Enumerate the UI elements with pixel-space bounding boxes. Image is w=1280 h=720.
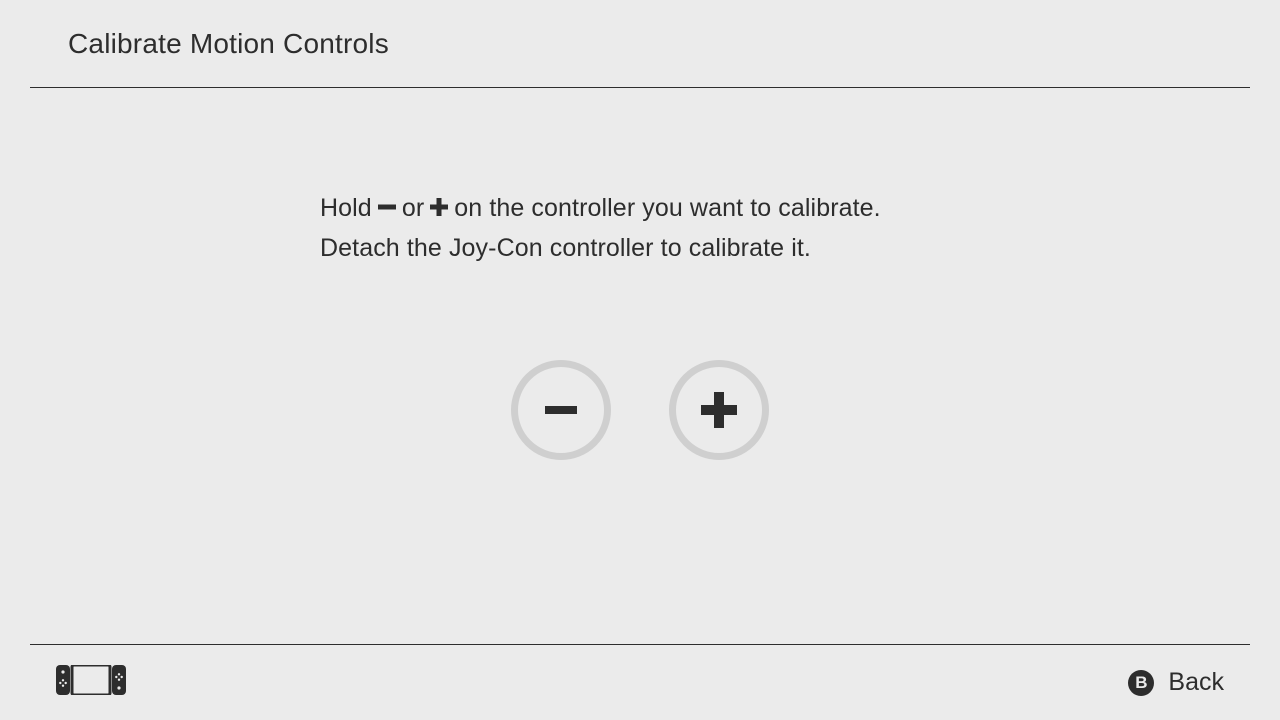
minus-button[interactable] (511, 360, 611, 460)
minus-icon (376, 196, 398, 218)
instruction-text: Hold (320, 188, 372, 228)
back-button[interactable]: B Back (1128, 668, 1224, 697)
controller-status-icon (56, 665, 126, 700)
plus-icon (695, 386, 743, 434)
page-title: Calibrate Motion Controls (68, 28, 389, 60)
back-label: Back (1168, 668, 1224, 697)
instruction-block: Hold or on the controller you want to ca… (320, 188, 1220, 268)
instruction-text: on the controller you want to calibrate. (454, 188, 880, 228)
instruction-line-1: Hold or on the controller you want to ca… (320, 188, 1220, 228)
b-button-icon: B (1128, 670, 1154, 696)
instruction-text: Detach the Joy-Con controller to calibra… (320, 228, 811, 268)
minus-icon (537, 386, 585, 434)
divider-top (30, 87, 1250, 88)
plus-icon (428, 196, 450, 218)
footer: B Back (0, 645, 1280, 720)
calibrate-buttons-row (0, 360, 1280, 460)
instruction-line-2: Detach the Joy-Con controller to calibra… (320, 228, 1220, 268)
plus-button[interactable] (669, 360, 769, 460)
instruction-text: or (402, 188, 424, 228)
header: Calibrate Motion Controls (0, 0, 1280, 87)
